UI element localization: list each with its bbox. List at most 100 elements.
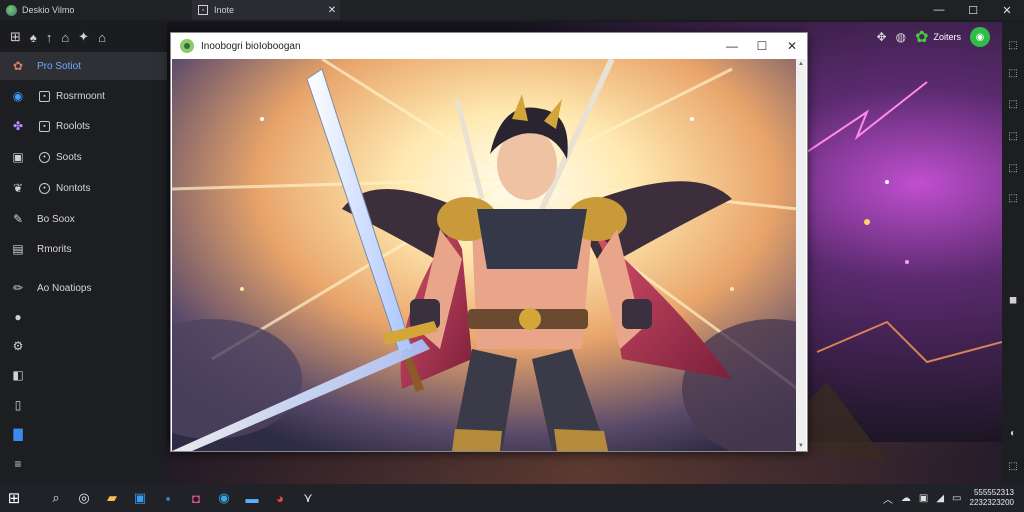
sidebar-item-roolots[interactable]: ✤ ▪ Roolots [0, 112, 167, 140]
volume-icon[interactable]: ◢ [936, 493, 944, 504]
pin-icon[interactable]: ✥ [877, 30, 887, 44]
sidebar-item-nontots[interactable]: ❦ • Nontots [0, 174, 167, 202]
right-panel-strip: ⬚ ⬚ ⬚ ⬚ ⬚ ⬚ ◼ ◐ ⬚ [1002, 22, 1024, 484]
layers-icon[interactable]: ⬚ [1007, 162, 1019, 174]
leaf-icon: ❦ [12, 181, 24, 195]
viewer-maximize-button[interactable]: ☐ [747, 33, 777, 59]
browser-icon[interactable]: ◕ [266, 484, 294, 512]
image-file-icon: ▫ [198, 5, 208, 15]
app-titlebar: Deskio Vilmo ▫ Inote ✕ — ☐ ✕ [0, 0, 1024, 20]
app-logo-icon [6, 4, 17, 16]
store-icon[interactable]: ▣ [126, 484, 154, 512]
palette-icon: ✿ [12, 59, 24, 73]
start-button[interactable]: ⊞ [0, 484, 28, 512]
app-title: Deskio Vilmo [22, 5, 75, 15]
scroll-down-icon[interactable]: ▼ [796, 443, 806, 449]
sidebar-item-soots[interactable]: ▣ • Soots [0, 143, 167, 171]
home-icon[interactable]: ⌂ [61, 30, 69, 45]
file-explorer-icon[interactable]: ▰ [98, 484, 126, 512]
task-view-icon[interactable]: ◎ [70, 484, 98, 512]
edge-icon[interactable]: ◉ [210, 484, 238, 512]
active-app-icon[interactable]: ▬ [238, 484, 266, 512]
blue-file-icon: ▇ [13, 427, 23, 441]
sidebar-item-book[interactable]: ◧ [0, 361, 167, 389]
crop-icon[interactable]: ⬚ [1007, 98, 1019, 110]
copy-icon[interactable]: ⬚ [1007, 130, 1019, 142]
sidebar-item-file[interactable]: ▇ [0, 420, 167, 448]
pen-icon: ✏ [12, 281, 24, 295]
sidebar-item-label: Roolots [56, 120, 90, 132]
square-icon: ▪ [39, 90, 50, 102]
sidebar-item-label: Nontots [56, 182, 91, 194]
viewer-logo-icon [180, 39, 194, 53]
search-icon[interactable]: ⌕ [42, 484, 70, 512]
sidebar-item-rosrmoont[interactable]: ◉ ▪ Rosrmoont [0, 82, 167, 110]
network-icon[interactable]: ▣ [919, 493, 928, 504]
gear-icon: ⚙ [12, 339, 24, 353]
grid-icon[interactable]: ⊞ [10, 29, 21, 45]
clock-time: 555552313 [973, 488, 1014, 497]
sidebar-item-ao-noatiops[interactable]: ✏ Ao Noatiops [0, 274, 167, 302]
hero-illustration [172, 59, 798, 451]
sidebar-item-label: Soots [56, 151, 82, 163]
transform-icon[interactable]: ⬚ [1007, 67, 1019, 79]
battery-icon[interactable]: ▭ [952, 493, 961, 504]
cloud-icon[interactable]: ☁ [901, 493, 911, 504]
circle-icon: ◉ [12, 89, 24, 103]
canvas-toolbar: ✥ ◍ ✿ Zoiters ◉ [877, 27, 990, 47]
move-icon[interactable]: ✦ [78, 29, 89, 45]
scroll-up-icon[interactable]: ▲ [796, 61, 806, 67]
house-icon[interactable]: ⌂ [98, 30, 106, 45]
shape-icon[interactable]: ♠ [30, 30, 37, 45]
share-label[interactable]: Zoiters [933, 32, 961, 42]
frame-icon: ▯ [14, 398, 22, 412]
viewer-minimize-button[interactable]: — [717, 33, 747, 59]
fill-icon[interactable]: ◐ [1007, 427, 1019, 439]
sidebar-item-label: Bo Soox [37, 213, 75, 225]
circle-icon: • [39, 182, 50, 194]
square-icon: ▪ [39, 120, 50, 132]
clock-date: 2232323200 [969, 498, 1015, 507]
history-icon[interactable]: ⬚ [1007, 192, 1019, 204]
taskbar: ⊞ ⌕ ◎ ▰ ▣ ▪ ◘ ◉ ▬ ◕ ⋎ ︿ ☁ ▣ ◢ ▭ 55555231… [0, 484, 1024, 512]
account-button[interactable]: ◉ [970, 27, 990, 47]
book-icon: ◧ [12, 368, 24, 382]
sidebar-item-frame[interactable]: ▯ [0, 391, 167, 419]
viewer-title: Inoobogri bioIoboogan [201, 40, 301, 52]
sidebar-item-bubble[interactable]: ● [0, 303, 167, 331]
menu-icon: ≡ [14, 457, 22, 471]
circle-icon: • [39, 151, 50, 163]
left-toolbar: ⊞ ♠ ↑ ⌂ ✦ ⌂ [0, 22, 167, 52]
viewer-titlebar[interactable]: Inoobogri bioIoboogan — ☐ ✕ [171, 33, 807, 59]
sidebar-item-gear[interactable]: ⚙ [0, 332, 167, 360]
sidebar-item-menu[interactable]: ≡ [0, 450, 167, 478]
expand-icon[interactable]: ⬚ [1007, 460, 1019, 472]
viewer-close-button[interactable]: ✕ [777, 33, 807, 59]
sidebar-item-bo-soox[interactable]: ✎ Bo Soox [0, 205, 167, 233]
viewer-scrollbar[interactable]: ▲ ▼ [796, 59, 806, 451]
square-icon: ▣ [12, 150, 24, 164]
maximize-button[interactable]: ☐ [956, 0, 990, 20]
clock[interactable]: 555552313 2232323200 [970, 488, 1015, 508]
image-icon: ▤ [12, 242, 24, 256]
globe-icon[interactable]: ◍ [896, 30, 906, 44]
color-icon[interactable]: ◼ [1007, 294, 1019, 306]
media-icon[interactable]: ⋎ [294, 484, 322, 512]
minimize-button[interactable]: — [922, 0, 956, 20]
puzzle-icon: ✤ [12, 119, 24, 133]
image-viewer-window[interactable]: Inoobogri bioIoboogan — ☐ ✕ ▲ ▼ [170, 32, 808, 452]
close-button[interactable]: ✕ [990, 0, 1024, 20]
brand-logo-icon: ✿ [915, 29, 929, 46]
document-tab[interactable]: ▫ Inote ✕ [192, 0, 340, 20]
photo-app-icon[interactable]: ◘ [182, 484, 210, 512]
arrow-up-icon[interactable]: ↑ [46, 30, 53, 45]
app-s-icon[interactable]: ▪ [154, 484, 182, 512]
sidebar-item-label: Pro Sotiot [37, 60, 81, 72]
tab-close-button[interactable]: ✕ [324, 5, 340, 16]
sidebar: ✿ Pro Sotiot ◉ ▪ Rosrmoont ✤ ▪ Roolots ▣… [0, 52, 167, 484]
sidebar-item-label: Rmorits [37, 243, 72, 255]
sidebar-item-pro-sotiot[interactable]: ✿ Pro Sotiot [0, 52, 167, 80]
select-icon[interactable]: ⬚ [1007, 39, 1019, 51]
sidebar-item-rmorits[interactable]: ▤ Rmorits [0, 235, 167, 263]
chevron-up-icon[interactable]: ︿ [883, 491, 893, 506]
